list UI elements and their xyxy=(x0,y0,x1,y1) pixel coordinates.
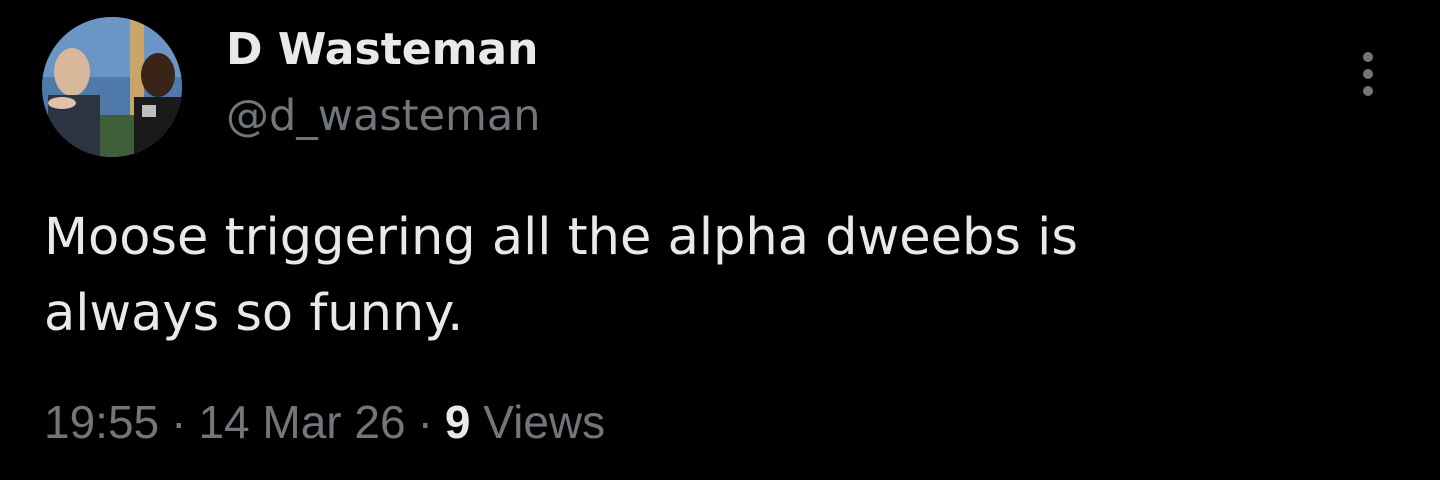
author-handle[interactable]: @d_wasteman xyxy=(226,88,541,144)
more-options-button[interactable] xyxy=(1346,46,1390,102)
meta-separator: · xyxy=(417,396,433,448)
profile-photo-icon xyxy=(42,17,182,157)
tweet: D Wasteman @d_wasteman Moose triggering … xyxy=(0,0,1440,480)
views-label[interactable]: Views xyxy=(483,396,605,448)
author-display-name[interactable]: D Wasteman xyxy=(226,22,538,78)
avatar[interactable] xyxy=(42,17,182,157)
more-options-icon-dot xyxy=(1363,86,1373,96)
more-options-icon-dot xyxy=(1363,69,1373,79)
tweet-text: Moose triggering all the alpha dweebs is… xyxy=(44,208,1078,343)
tweet-date[interactable]: 14 Mar 26 xyxy=(198,396,405,448)
meta-separator: · xyxy=(171,396,187,448)
views-count[interactable]: 9 xyxy=(445,396,471,448)
more-options-icon xyxy=(1363,52,1373,62)
tweet-time[interactable]: 19:55 xyxy=(44,396,159,448)
tweet-meta: 19:55 · 14 Mar 26 · 9 Views xyxy=(44,392,605,452)
